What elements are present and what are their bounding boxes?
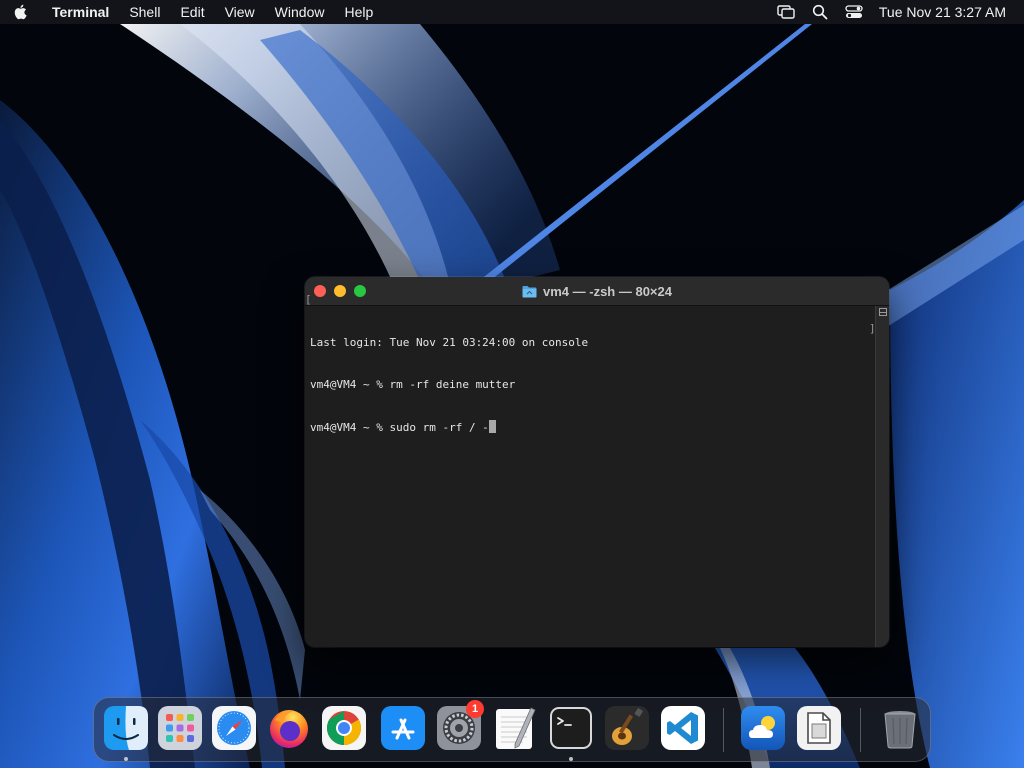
textedit-icon <box>496 707 536 749</box>
dock-system-settings[interactable]: 1 <box>437 700 484 750</box>
dock: 1 <box>93 697 931 762</box>
zoom-window-button[interactable] <box>354 285 366 297</box>
chrome-icon <box>322 706 366 750</box>
text-cursor <box>488 420 496 433</box>
dock-textedit[interactable] <box>493 706 537 750</box>
menu-app-name[interactable]: Terminal <box>40 0 119 24</box>
dock-separator <box>723 708 724 752</box>
finder-icon <box>104 706 148 750</box>
screen-mirroring-icon[interactable] <box>769 0 803 24</box>
dock-finder[interactable] <box>104 706 148 750</box>
launchpad-icon <box>158 706 202 750</box>
menu-help[interactable]: Help <box>334 0 383 24</box>
terminal-line-command-1: vm4@VM4 ~ % rm -rf deine mutter <box>310 378 516 391</box>
spotlight-search-icon[interactable] <box>803 0 837 24</box>
dock-launchpad[interactable] <box>158 706 202 750</box>
dock-chrome[interactable] <box>322 706 366 750</box>
vscode-icon <box>661 706 705 750</box>
window-title-bar[interactable] <box>305 277 889 306</box>
settings-notification-badge: 1 <box>466 700 484 718</box>
terminal-icon <box>550 707 592 749</box>
app-store-icon <box>381 706 425 750</box>
dock-garageband[interactable] <box>605 706 649 750</box>
close-window-button[interactable] <box>314 285 326 297</box>
dock-trash[interactable] <box>878 706 922 750</box>
weather-icon <box>741 706 785 750</box>
control-center-icon[interactable] <box>837 0 871 24</box>
trash-icon <box>884 711 916 749</box>
terminal-prompt-input: vm4@VM4 ~ % sudo rm -rf / - <box>310 421 489 434</box>
safari-icon <box>212 706 256 750</box>
terminal-scrollbar[interactable] <box>875 306 889 647</box>
terminal-line-command-2: vm4@VM4 ~ % sudo rm -rf / - <box>310 420 870 434</box>
preview-icon <box>797 706 841 750</box>
dock-safari[interactable] <box>212 706 256 750</box>
guitar-icon <box>605 706 649 750</box>
finder-running-indicator <box>124 757 128 761</box>
dock-firefox[interactable] <box>267 706 311 750</box>
menu-edit[interactable]: Edit <box>170 0 214 24</box>
dock-preview[interactable] <box>797 706 841 750</box>
dock-weather[interactable] <box>741 706 785 750</box>
apple-menu-icon[interactable] <box>0 0 40 24</box>
terminal-output[interactable]: Last login: Tue Nov 21 03:24:00 on conso… <box>305 306 875 647</box>
dock-app-store[interactable] <box>381 706 425 750</box>
menu-bar-clock[interactable]: Tue Nov 21 3:27 AM <box>871 4 1006 20</box>
terminal-line-login: Last login: Tue Nov 21 03:24:00 on conso… <box>310 336 589 349</box>
minimize-window-button[interactable] <box>334 285 346 297</box>
terminal-window[interactable]: vm4 — -zsh — 80×24 Last login: Tue Nov 2… <box>305 277 889 647</box>
firefox-icon <box>270 710 308 748</box>
dock-terminal[interactable] <box>549 706 593 750</box>
split-pane-icon[interactable] <box>879 308 887 316</box>
menu-view[interactable]: View <box>215 0 265 24</box>
menu-bar: Terminal Shell Edit View Window Help Tue… <box>0 0 1024 24</box>
terminal-running-indicator <box>569 757 573 761</box>
mark-bracket-left: [ <box>305 293 312 306</box>
menu-window[interactable]: Window <box>265 0 335 24</box>
dock-separator-trash <box>860 708 861 752</box>
menu-shell[interactable]: Shell <box>119 0 170 24</box>
dock-vscode[interactable] <box>661 706 705 750</box>
